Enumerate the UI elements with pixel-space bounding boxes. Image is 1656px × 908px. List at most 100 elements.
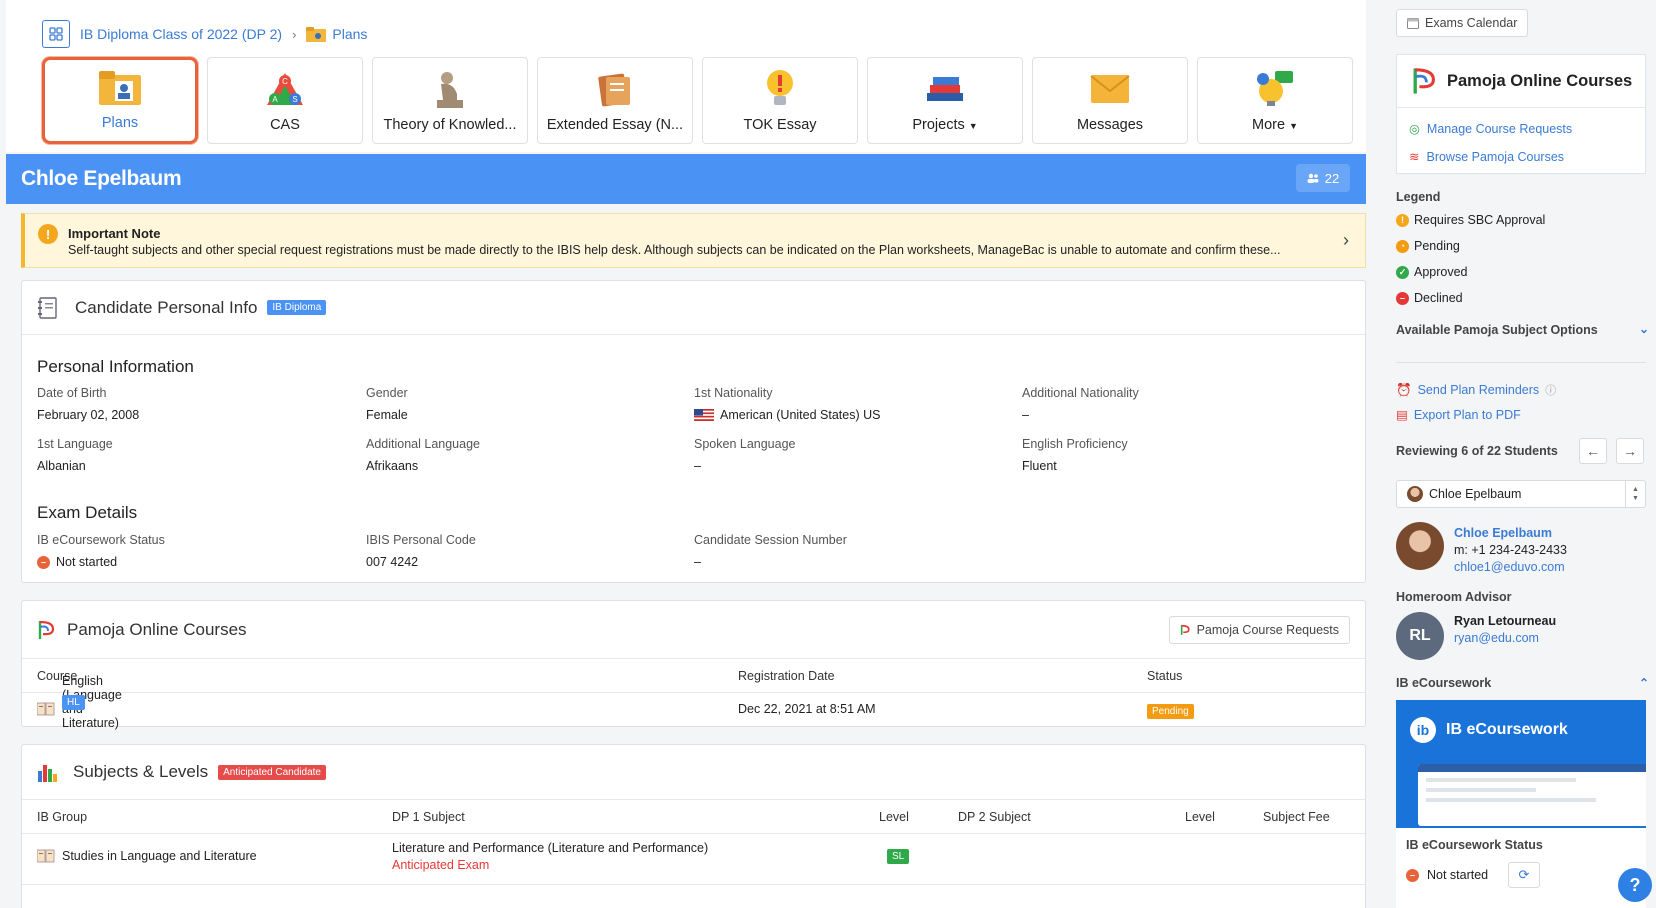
- student-contact: Chloe Epelbaum m: +1 234-243-2433 chloe1…: [1454, 525, 1567, 576]
- field-ecoursework-status: IB eCoursework Status – Not started: [37, 533, 165, 569]
- bar-chart-icon: [38, 765, 57, 782]
- book-icon: [36, 702, 55, 719]
- layers-icon: ≋: [1409, 150, 1420, 164]
- notebook-icon: [38, 296, 57, 319]
- refresh-button[interactable]: ⟳: [1508, 862, 1540, 888]
- top-navigation: IB Diploma Class of 2022 (DP 2) › Plans …: [6, 0, 1366, 152]
- table-header: Course Registration Date Status: [22, 659, 1365, 693]
- legend-heading: Legend: [1396, 190, 1441, 204]
- tab-more[interactable]: More ▼: [1197, 57, 1353, 144]
- next-student-button[interactable]: →: [1616, 438, 1644, 464]
- main-content: IB Diploma Class of 2022 (DP 2) › Plans …: [0, 0, 1366, 908]
- level-badge: HL: [62, 694, 85, 710]
- status-badge: Pending: [1147, 704, 1194, 719]
- note-title: Important Note: [68, 226, 161, 241]
- tab-cas[interactable]: CAS CAS: [207, 57, 363, 144]
- students-count: 22: [1324, 170, 1340, 186]
- col-dp2-level: Level: [1185, 810, 1215, 824]
- student-name: Chloe Epelbaum: [21, 167, 182, 190]
- field-english-proficiency: English Proficiency Fluent: [1022, 437, 1128, 473]
- note-text: Self-taught subjects and other special r…: [68, 243, 1281, 257]
- plans-icon: [99, 67, 141, 107]
- tab-extended-essay[interactable]: Extended Essay (N...: [537, 57, 693, 144]
- browse-pamoja-courses-link[interactable]: ≋ Browse Pamoja Courses: [1409, 149, 1564, 165]
- ecoursework-status-panel: IB eCoursework Status – Not started ⟳: [1396, 828, 1646, 908]
- tab-theory-of-knowledge[interactable]: Theory of Knowled...: [372, 57, 528, 144]
- subjects-and-levels-card: Subjects & Levels Anticipated Candidate …: [21, 744, 1366, 908]
- advisor-contact: Ryan Letourneau ryan@edu.com: [1454, 613, 1556, 647]
- requests-icon: ◎: [1409, 122, 1420, 136]
- col-dp1-level: Level: [879, 810, 909, 824]
- export-plan-pdf-link[interactable]: ▤ Export Plan to PDF: [1396, 407, 1521, 423]
- field-1st-nationality: 1st Nationality American (United States)…: [694, 386, 881, 422]
- info-icon[interactable]: ⓘ: [1545, 382, 1556, 398]
- module-tabs: Plans CAS CAS Theory of Knowled... Exten…: [42, 57, 1353, 144]
- candidate-personal-info-card: Candidate Personal Info IB Diploma Perso…: [21, 280, 1366, 583]
- table-row[interactable]: English (Language and Literature) HL Dec…: [22, 674, 1365, 730]
- pending-icon: ◔: [1396, 239, 1409, 253]
- tab-messages[interactable]: Messages: [1032, 57, 1188, 144]
- previous-student-button[interactable]: ←: [1579, 438, 1607, 464]
- essay-icon: [596, 69, 634, 109]
- card-header: Candidate Personal Info IB Diploma: [22, 281, 1365, 335]
- exams-calendar-button[interactable]: Exams Calendar: [1396, 9, 1529, 37]
- tab-tok-essay[interactable]: TOK Essay: [702, 57, 858, 144]
- select-spinner-icon: ▲ ▼: [1625, 481, 1645, 507]
- ib-logo-icon: ib: [1410, 717, 1436, 743]
- pamoja-online-courses-card: Pamoja Online Courses Pamoja Course Requ…: [21, 600, 1366, 730]
- caret-down-icon: ▼: [968, 121, 978, 131]
- more-icon: [1255, 69, 1295, 109]
- pamoja-course-requests-button[interactable]: Pamoja Course Requests: [1168, 616, 1350, 644]
- card-header: Pamoja Online Courses: [22, 601, 1365, 659]
- field-spoken-language: Spoken Language –: [694, 437, 796, 473]
- students-count-button[interactable]: 22: [1296, 164, 1350, 192]
- student-phone: m: +1 234-243-2433: [1454, 543, 1567, 557]
- ib-ecoursework-banner: ib IB eCoursework: [1396, 700, 1646, 828]
- field-additional-nationality: Additional Nationality –: [1022, 386, 1139, 422]
- legend-item-pending: ◔ Pending: [1396, 239, 1460, 253]
- books-icon: [925, 69, 965, 109]
- tab-plans[interactable]: Plans: [42, 57, 198, 144]
- advisor-email-link[interactable]: ryan@edu.com: [1454, 630, 1556, 647]
- manage-course-requests-link[interactable]: ◎ Manage Course Requests: [1409, 121, 1572, 137]
- svg-text:S: S: [292, 95, 297, 104]
- tab-label: Extended Essay (N...: [546, 117, 684, 133]
- student-email-link[interactable]: chloe1@eduvo.com: [1454, 559, 1567, 576]
- student-select[interactable]: Chloe Epelbaum ▲ ▼: [1396, 480, 1646, 508]
- help-button[interactable]: ?: [1618, 868, 1652, 902]
- field-gender: Gender Female: [366, 386, 408, 422]
- homeroom-advisor-heading: Homeroom Advisor: [1396, 590, 1512, 604]
- advisor-name: Ryan Letourneau: [1454, 614, 1557, 628]
- breadcrumb-plans-label: Plans: [332, 26, 368, 42]
- table-row[interactable]: Studies in Language and Literature Liter…: [22, 835, 1365, 885]
- chevron-right-icon[interactable]: ›: [1343, 230, 1349, 251]
- col-dp1-subject: DP 1 Subject: [392, 810, 465, 824]
- send-plan-reminders-link[interactable]: ⏰ Send Plan Reminders ⓘ: [1396, 382, 1556, 398]
- plans-folder-icon: [306, 27, 327, 42]
- reviewing-status: Reviewing 6 of 22 Students: [1396, 444, 1558, 458]
- breadcrumb-plans-link[interactable]: Plans: [306, 26, 367, 42]
- breadcrumb-class-link[interactable]: IB Diploma Class of 2022 (DP 2): [80, 26, 282, 42]
- important-note[interactable]: ! Important Note Self-taught subjects an…: [21, 213, 1366, 268]
- approved-icon: ✓: [1396, 265, 1409, 279]
- ib-diploma-badge: IB Diploma: [267, 300, 327, 315]
- dp1-subject-name: Literature and Performance (Literature a…: [392, 841, 709, 855]
- table-header: IB Group DP 1 Subject Level DP 2 Subject…: [22, 800, 1365, 834]
- student-name-link[interactable]: Chloe Epelbaum: [1454, 525, 1567, 542]
- calendar-icon: [1407, 18, 1419, 29]
- not-started-icon: –: [37, 555, 50, 569]
- col-ib-group: IB Group: [37, 810, 88, 824]
- svg-text:C: C: [282, 77, 288, 86]
- book-icon: [36, 849, 55, 866]
- us-flag-icon: [694, 409, 714, 421]
- ecoursework-preview-image: [1418, 764, 1646, 826]
- tab-projects[interactable]: Projects ▼: [867, 57, 1023, 144]
- anticipated-exam-label: Anticipated Exam: [392, 858, 490, 872]
- pamoja-logo-icon: [38, 620, 55, 639]
- col-subject-fee: Subject Fee: [1263, 810, 1330, 824]
- available-pamoja-options-toggle[interactable]: Available Pamoja Subject Options ⌄: [1396, 322, 1649, 337]
- thinker-icon: [433, 69, 467, 109]
- apps-grid-icon[interactable]: [42, 20, 70, 48]
- ib-ecoursework-toggle[interactable]: IB eCoursework ⌃: [1396, 676, 1649, 690]
- tab-label: Messages: [1076, 117, 1144, 133]
